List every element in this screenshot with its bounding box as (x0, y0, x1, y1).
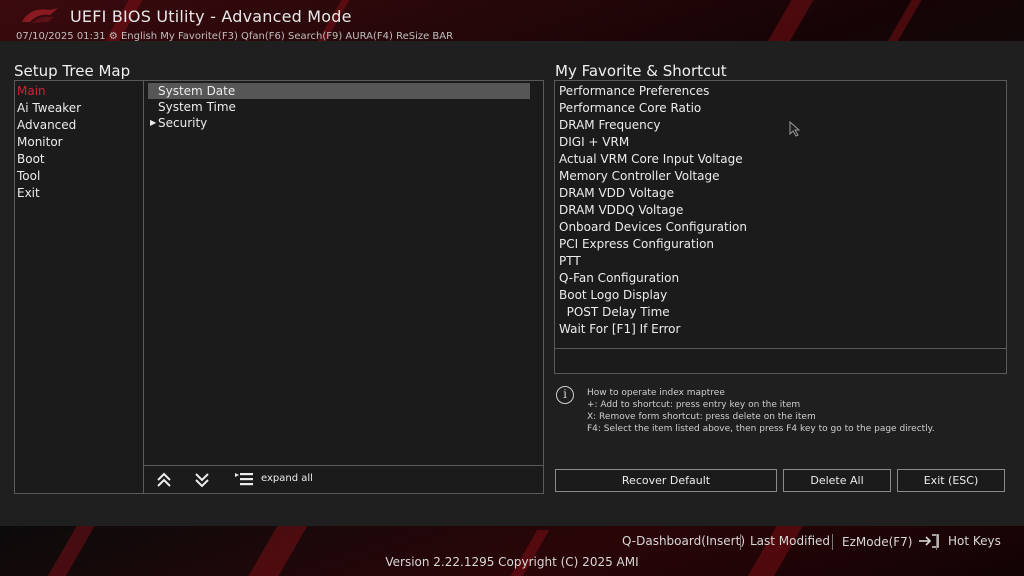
tree-map-controls: expand all (144, 465, 543, 494)
tree-map-menu: Main Ai Tweaker Advanced Monitor Boot To… (15, 81, 144, 493)
info-icon: i (556, 386, 574, 404)
mouse-pointer-icon (789, 121, 801, 137)
subitem-security[interactable]: ▶ Security (148, 115, 530, 131)
favorite-item[interactable]: PCI Express Configuration (559, 237, 714, 251)
favorite-item[interactable]: Actual VRM Core Input Voltage (559, 152, 743, 166)
favorite-item[interactable]: PTT (559, 254, 581, 268)
favorites-title: My Favorite & Shortcut (555, 62, 727, 80)
favorite-item[interactable]: Q-Fan Configuration (559, 271, 679, 285)
hot-keys-button[interactable]: Hot Keys (948, 534, 1001, 548)
favorites-divider (555, 348, 1006, 349)
tree-item-advanced[interactable]: Advanced (17, 118, 76, 132)
favorites-panel: Performance Preferences Performance Core… (554, 80, 1007, 374)
ez-mode-button[interactable]: EzMode(F7) (842, 534, 940, 549)
favorite-item[interactable]: Onboard Devices Configuration (559, 220, 747, 234)
tree-item-exit[interactable]: Exit (17, 186, 40, 200)
favorite-item[interactable]: Performance Core Ratio (559, 101, 701, 115)
version-text: Version 2.22.1295 Copyright (C) 2025 AMI (385, 555, 639, 569)
ez-mode-exit-icon (919, 534, 940, 548)
title-bar: UEFI BIOS Utility - Advanced Mode 07/10/… (0, 0, 1024, 41)
tree-map-panel: Main Ai Tweaker Advanced Monitor Boot To… (14, 80, 544, 494)
footer-divider (832, 534, 833, 550)
tree-map-subitems: System Date System Time ▶ Security (144, 81, 543, 493)
favorite-item[interactable]: DRAM VDD Voltage (559, 186, 674, 200)
tree-item-ai-tweaker[interactable]: Ai Tweaker (17, 101, 81, 115)
favorite-item[interactable]: DRAM Frequency (559, 118, 660, 132)
delete-all-button[interactable]: Delete All (783, 469, 891, 492)
ez-mode-label: EzMode(F7) (842, 535, 913, 549)
favorite-item[interactable]: Performance Preferences (559, 84, 709, 98)
info-line: How to operate index maptree (587, 388, 725, 398)
exit-button[interactable]: Exit (ESC) (897, 469, 1005, 492)
favorite-item[interactable]: Boot Logo Display (559, 288, 667, 302)
subitem-system-time[interactable]: System Time (148, 99, 530, 115)
favorite-item[interactable]: Memory Controller Voltage (559, 169, 719, 183)
subitem-label: System Time (158, 100, 236, 114)
favorite-item[interactable]: POST Delay Time (559, 305, 670, 319)
q-dashboard-button[interactable]: Q-Dashboard(Insert) (622, 534, 745, 548)
info-line: +: Add to shortcut: press entry key on t… (587, 400, 801, 410)
tree-item-boot[interactable]: Boot (17, 152, 45, 166)
favorite-item[interactable]: Wait For [F1] If Error (559, 322, 680, 336)
footer-divider (936, 534, 937, 550)
expand-all-label[interactable]: expand all (261, 473, 313, 484)
tree-item-main[interactable]: Main (17, 84, 46, 98)
info-line: F4: Select the item listed above, then p… (587, 424, 935, 434)
footer-divider (740, 534, 741, 550)
expand-all-icon[interactable] (234, 470, 254, 490)
subitem-system-date[interactable]: System Date (148, 83, 530, 99)
expand-down-icon[interactable] (192, 470, 212, 490)
tree-item-monitor[interactable]: Monitor (17, 135, 63, 149)
tree-map-title: Setup Tree Map (14, 62, 131, 80)
subitem-label: System Date (158, 84, 236, 98)
favorite-item[interactable]: DIGI + VRM (559, 135, 629, 149)
info-line: X: Remove form shortcut: press delete on… (587, 412, 816, 422)
collapse-up-icon[interactable] (154, 470, 174, 490)
last-modified-button[interactable]: Last Modified (750, 534, 830, 548)
tree-item-tool[interactable]: Tool (17, 169, 40, 183)
top-toolbar-strip[interactable]: 07/10/2025 01:31 ⚙ English My Favorite(F… (16, 31, 716, 41)
recover-default-button[interactable]: Recover Default (555, 469, 777, 492)
rog-logo-icon (22, 8, 58, 23)
favorite-item[interactable]: DRAM VDDQ Voltage (559, 203, 683, 217)
footer-bar: Q-Dashboard(Insert) Last Modified EzMode… (0, 526, 1024, 576)
window-title: UEFI BIOS Utility - Advanced Mode (70, 7, 352, 26)
expand-arrow-icon: ▶ (150, 118, 157, 127)
subitem-label: Security (158, 116, 208, 130)
